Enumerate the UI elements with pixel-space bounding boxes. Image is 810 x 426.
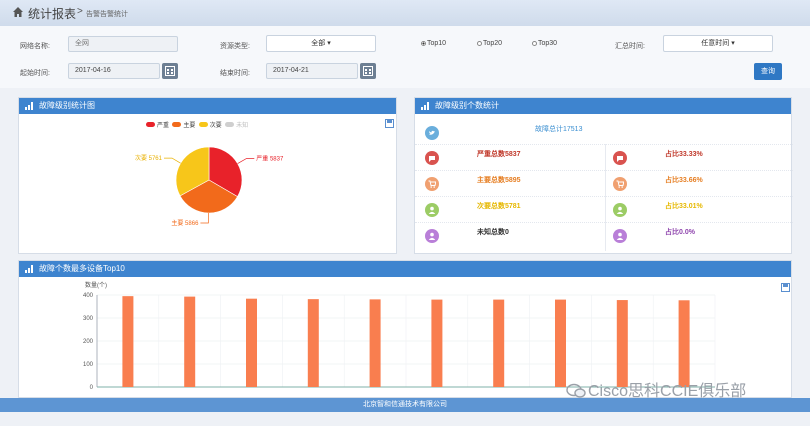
- query-button[interactable]: 查询: [754, 63, 782, 80]
- user-icon: [425, 203, 439, 217]
- pie-chart: 严重 5837 主要 5866 次要 5761: [135, 146, 284, 227]
- bar-panel-title: 故障个数最多设备Top10: [39, 264, 125, 273]
- radio-dot: [421, 41, 426, 46]
- start-time-label: 起始时间:: [20, 70, 50, 77]
- stat-count: 严重总数5837: [477, 151, 521, 158]
- stat-count: 次要总数5781: [477, 203, 521, 210]
- bar-panel-header: 故障个数最多设备Top10: [19, 261, 791, 277]
- user-icon: [613, 203, 627, 217]
- resource-type-select[interactable]: 全部 ▾: [266, 35, 376, 52]
- radio-top30[interactable]: Top30: [532, 40, 557, 47]
- pie-callout-label: 严重 5837: [256, 155, 284, 163]
- y-tick-label: 200: [83, 339, 94, 345]
- end-date-input[interactable]: 2017-04-21: [266, 63, 358, 79]
- stat-row: 未知总数0 占比0.0%: [415, 222, 793, 249]
- radio-dot: [477, 41, 482, 46]
- radio-dot: [532, 41, 537, 46]
- pie-callout-label: 次要 5761: [135, 154, 163, 162]
- twitter-icon: [425, 126, 439, 140]
- user-icon: [613, 229, 627, 243]
- bar-chart-icon: [421, 102, 429, 110]
- pie-callout-line: [237, 158, 255, 164]
- network-label: 网络名称:: [20, 43, 50, 50]
- summary-time-select[interactable]: 任意时间 ▾: [663, 35, 773, 52]
- y-tick-label: 100: [83, 362, 94, 368]
- pie-callout-line: [200, 212, 209, 224]
- stat-row: 主要总数5895 占比33.66%: [415, 170, 793, 197]
- bar[interactable]: [493, 299, 505, 387]
- stat-row: 次要总数5781 占比33.01%: [415, 196, 793, 223]
- bar-chart-icon: [25, 102, 33, 110]
- bar[interactable]: [369, 299, 381, 387]
- y-tick-label: 0: [90, 385, 94, 391]
- stat-count: 未知总数0: [477, 229, 509, 236]
- stats-panel: 故障级别个数统计 故障总计17513 严重总数5837 占比33.33% 主要总数5…: [414, 97, 793, 254]
- stat-count: 主要总数5895: [477, 177, 521, 184]
- start-date-input[interactable]: 2017-04-16: [68, 63, 160, 79]
- bar[interactable]: [246, 298, 257, 387]
- bar[interactable]: [555, 299, 566, 387]
- bar[interactable]: [122, 296, 134, 387]
- y-tick-label: 300: [83, 316, 94, 322]
- y-axis-title: 数量(个): [85, 281, 107, 289]
- y-tick-label: 400: [83, 293, 94, 299]
- chat-icon: [425, 151, 439, 165]
- page-title: 统计报表: [28, 7, 77, 21]
- resource-type-label: 资源类型:: [220, 43, 250, 50]
- filter-area: 网络名称: 全网 资源类型: 全部 ▾ Top10 Top20 Top30 汇总…: [0, 26, 810, 88]
- breadcrumb-separator: >: [77, 6, 83, 17]
- end-time-label: 结束时间:: [220, 70, 250, 77]
- bar[interactable]: [184, 296, 196, 387]
- stat-percent: 占比0.0%: [665, 229, 695, 236]
- bar[interactable]: [307, 299, 319, 387]
- top-bar: 统计报表 > 告警告警统计: [0, 0, 810, 27]
- stats-panel-title: 故障级别个数统计: [435, 101, 499, 110]
- watermark: Cisco思科CCIE俱乐部: [566, 377, 746, 401]
- bar-chart-icon: [25, 265, 33, 273]
- chat-icon: [613, 151, 627, 165]
- user-icon: [425, 229, 439, 243]
- pie-callout-label: 主要 5866: [171, 219, 199, 227]
- pie-callout-line: [163, 157, 181, 164]
- stat-row: 严重总数5837 占比33.33%: [415, 144, 793, 171]
- radio-top10[interactable]: Top10: [421, 40, 446, 47]
- cart-icon: [425, 177, 439, 191]
- footer-company: 北京智和信通技术有限公司: [363, 401, 447, 408]
- pie-panel-header: 故障级别统计图: [19, 98, 396, 114]
- summary-time-label: 汇总时间:: [615, 43, 645, 50]
- calendar-icon: [363, 66, 373, 76]
- radio-top10-label: Top10: [427, 40, 447, 47]
- watermark-text: Cisco思科CCIE俱乐部: [588, 383, 747, 400]
- cart-icon: [613, 177, 627, 191]
- stats-panel-header: 故障级别个数统计: [415, 98, 791, 114]
- start-calendar-button[interactable]: [162, 63, 178, 79]
- radio-top20-label: Top20: [483, 40, 503, 47]
- total-count: 故障总计17513: [535, 126, 583, 133]
- wechat-icon: [566, 383, 586, 398]
- radio-top20[interactable]: Top20: [477, 40, 502, 47]
- home-icon[interactable]: [12, 6, 24, 18]
- pie-panel-title: 故障级别统计图: [39, 101, 95, 110]
- radio-top30-label: Top30: [538, 40, 558, 47]
- network-input[interactable]: 全网: [68, 36, 178, 52]
- stat-percent: 占比33.01%: [665, 203, 703, 210]
- breadcrumb[interactable]: 告警告警统计: [86, 9, 128, 19]
- calendar-icon: [165, 66, 175, 76]
- pie-panel: 故障级别统计图 严重 主要 次要 未知 严重 5837 主要 5866 次要 576…: [18, 97, 397, 254]
- end-calendar-button[interactable]: [360, 63, 376, 79]
- bar[interactable]: [616, 300, 628, 387]
- bar[interactable]: [678, 300, 690, 387]
- stat-percent: 占比33.66%: [665, 177, 703, 184]
- bar[interactable]: [431, 299, 443, 387]
- stat-percent: 占比33.33%: [665, 151, 703, 158]
